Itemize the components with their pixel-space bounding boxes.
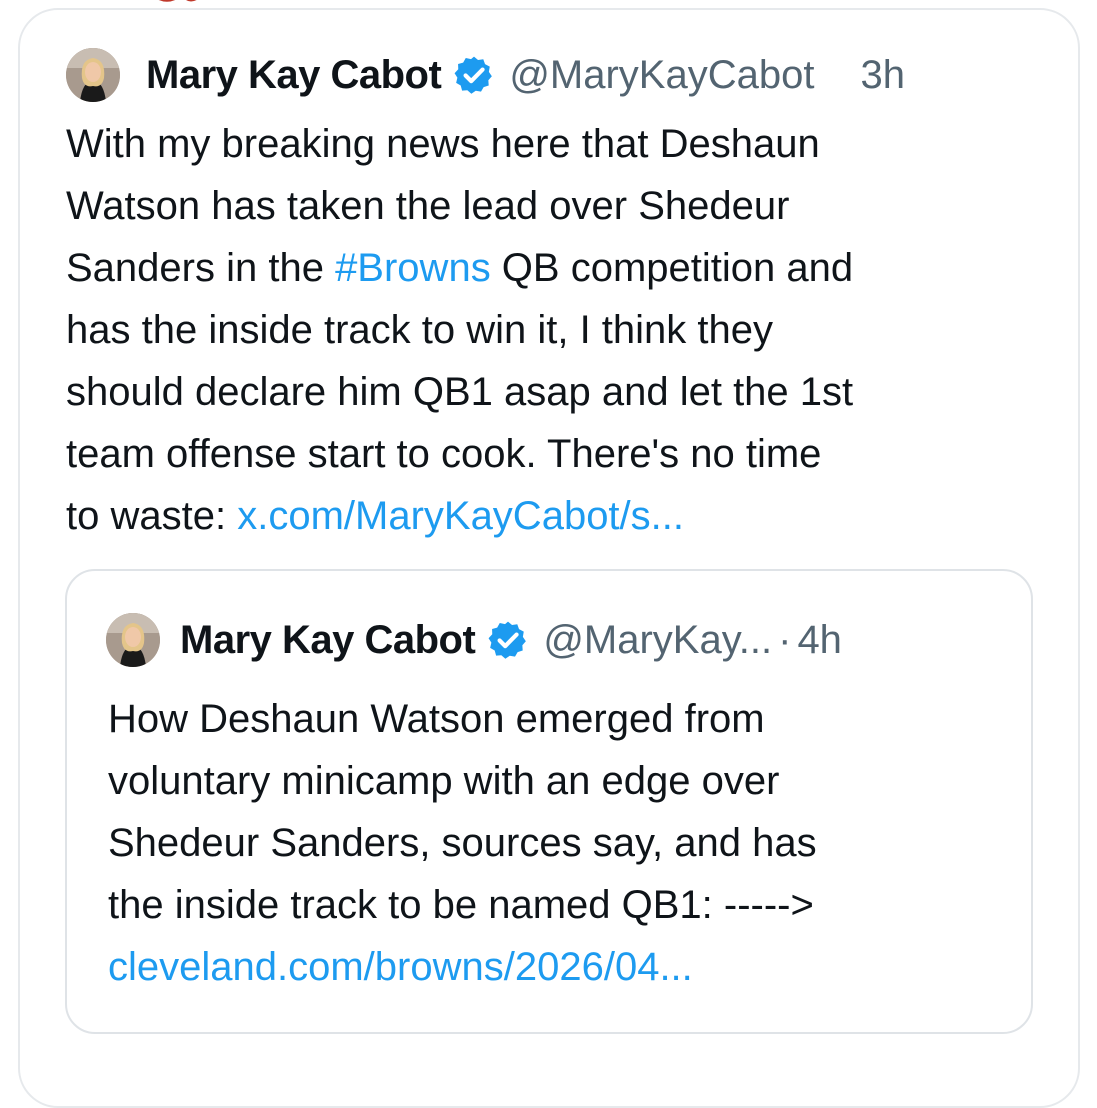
quoted-tweet-header: Mary Kay Cabot @MaryKay... · 4h: [180, 613, 842, 667]
avatar-image: [106, 613, 160, 667]
quoted-author-avatar[interactable]: [106, 613, 160, 667]
quoted-tweet-text: How Deshaun Watson emerged from voluntar…: [108, 688, 1008, 998]
author-name[interactable]: Mary Kay Cabot: [146, 53, 442, 98]
tweet-header: Mary Kay Cabot @MaryKayCabot 3h: [146, 48, 905, 102]
author-handle[interactable]: @MaryKayCabot: [509, 53, 814, 98]
tweet-text: With my breaking news here that Deshaun …: [66, 113, 1056, 547]
verified-badge-icon: [453, 54, 495, 96]
verified-badge-icon: [487, 619, 529, 661]
quoted-tweet-link[interactable]: cleveland.com/browns/2026/04...: [108, 945, 693, 989]
quoted-tweet-time[interactable]: 4h: [797, 618, 842, 663]
hashtag-link[interactable]: #Browns: [335, 246, 491, 290]
partial-icon-fragment: [158, 0, 197, 2]
quoted-author-name[interactable]: Mary Kay Cabot: [180, 618, 476, 663]
tweet-link[interactable]: x.com/MaryKayCabot/s...: [237, 494, 684, 538]
separator-dot: ·: [778, 617, 792, 662]
tweet-time[interactable]: 3h: [860, 53, 905, 98]
quoted-tweet-body: How Deshaun Watson emerged from voluntar…: [108, 697, 817, 927]
quoted-author-handle[interactable]: @MaryKay...: [543, 618, 772, 663]
avatar-image: [66, 48, 120, 102]
author-avatar[interactable]: [66, 48, 120, 102]
